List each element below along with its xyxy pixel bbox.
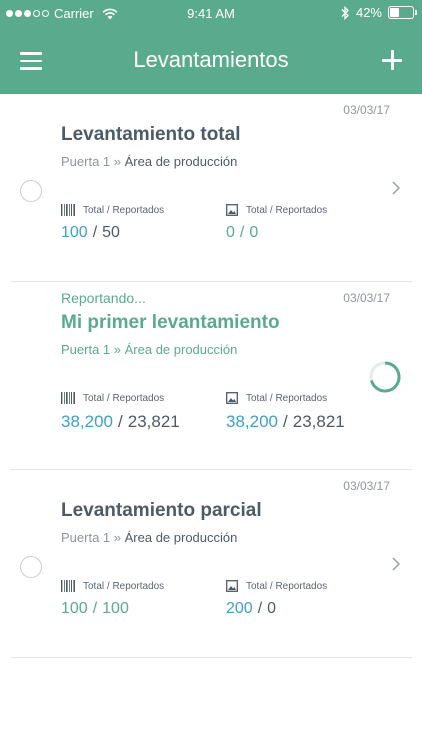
location-door: Puerta 1	[61, 154, 111, 169]
record-date: 03/03/17	[343, 103, 390, 117]
image-stat: Total / Reportados 0/0	[226, 204, 327, 242]
image-icon	[226, 204, 238, 216]
barcode-icon	[61, 204, 75, 216]
chevron-right-icon	[392, 181, 401, 195]
list-item[interactable]: 03/03/17 Levantamiento parcial Puerta 1 …	[10, 470, 412, 658]
location-area: Área de producción	[124, 154, 238, 169]
battery-percent: 42%	[355, 5, 382, 20]
record-title: Mi primer levantamiento	[61, 312, 280, 333]
location-separator: »	[110, 342, 125, 357]
stat-label: Total / Reportados	[246, 580, 328, 592]
image-stat: Total / Reportados 38,200 /23,821	[226, 392, 345, 432]
bluetooth-icon	[341, 5, 349, 20]
stat-label: Total / Reportados	[246, 204, 328, 216]
stat-separator: /	[283, 412, 288, 431]
image-icon	[226, 580, 238, 592]
location-area: Área de producción	[124, 342, 238, 357]
list-item[interactable]: 03/03/17 Levantamiento total Puerta 1 » …	[10, 94, 412, 282]
navigation-bar: Levantamientos	[0, 28, 422, 94]
stat-label: Total / Reportados	[83, 580, 165, 592]
stat-value: 38,200 /23,821	[226, 412, 345, 432]
stat-value: 200/0	[226, 600, 327, 618]
location-separator: »	[110, 530, 125, 545]
add-button[interactable]	[382, 50, 402, 70]
chevron-right-icon	[392, 557, 401, 571]
record-title: Levantamiento parcial	[61, 500, 262, 521]
stat-reported: 100	[102, 600, 129, 617]
status-label: Reportando...	[61, 290, 146, 306]
stat-value: 100/50	[61, 224, 164, 242]
record-date: 03/03/17	[343, 479, 390, 493]
stat-value: 0/0	[226, 224, 327, 242]
barcode-icon	[61, 580, 75, 592]
stat-label: Total / Reportados	[83, 204, 165, 216]
stat-total: 200	[226, 600, 253, 617]
record-title: Levantamiento total	[61, 124, 241, 145]
image-icon	[226, 392, 238, 404]
stat-label: Total / Reportados	[246, 392, 328, 404]
stat-total: 100	[61, 600, 88, 617]
stat-reported: 23,821	[127, 412, 180, 431]
select-checkbox[interactable]	[20, 556, 42, 578]
location-separator: »	[110, 154, 125, 169]
stat-separator: /	[92, 224, 98, 241]
location-area: Área de producción	[124, 530, 238, 545]
loading-spinner-icon	[369, 361, 401, 393]
stat-total: 38,200	[226, 412, 278, 431]
stat-reported: 50	[102, 224, 120, 241]
record-location: Puerta 1 » Área de producción	[61, 530, 237, 545]
image-stat: Total / Reportados 200/0	[226, 580, 327, 618]
stat-reported: 23,821	[292, 412, 345, 431]
record-location: Puerta 1 » Área de producción	[61, 154, 237, 169]
stat-separator: /	[118, 412, 123, 431]
battery-icon	[388, 6, 417, 19]
record-location: Puerta 1 » Área de producción	[61, 342, 237, 357]
stat-total: 0	[226, 224, 235, 241]
stat-reported: 0	[267, 600, 277, 617]
barcode-stat: Total / Reportados 38,200 /23,821	[61, 392, 180, 432]
stat-total: 38,200	[61, 412, 113, 431]
select-checkbox[interactable]	[20, 180, 42, 202]
stat-value: 100/100	[61, 600, 164, 618]
stat-value: 38,200 /23,821	[61, 412, 180, 432]
page-title: Levantamientos	[133, 47, 289, 72]
stat-label: Total / Reportados	[83, 392, 165, 404]
barcode-icon	[61, 392, 75, 404]
barcode-stat: Total / Reportados 100/100	[61, 580, 164, 618]
stat-separator: /	[239, 224, 245, 241]
location-door: Puerta 1	[61, 342, 111, 357]
stat-reported: 0	[249, 224, 259, 241]
stat-separator: /	[92, 600, 98, 617]
stat-total: 100	[61, 224, 88, 241]
record-date: 03/03/17	[343, 291, 390, 305]
status-bar: Carrier 9:41 AM 42%	[0, 0, 422, 28]
barcode-stat: Total / Reportados 100/50	[61, 204, 164, 242]
location-door: Puerta 1	[61, 530, 111, 545]
list-item[interactable]: Reportando... 03/03/17 Mi primer levanta…	[10, 282, 412, 470]
stat-separator: /	[257, 600, 263, 617]
